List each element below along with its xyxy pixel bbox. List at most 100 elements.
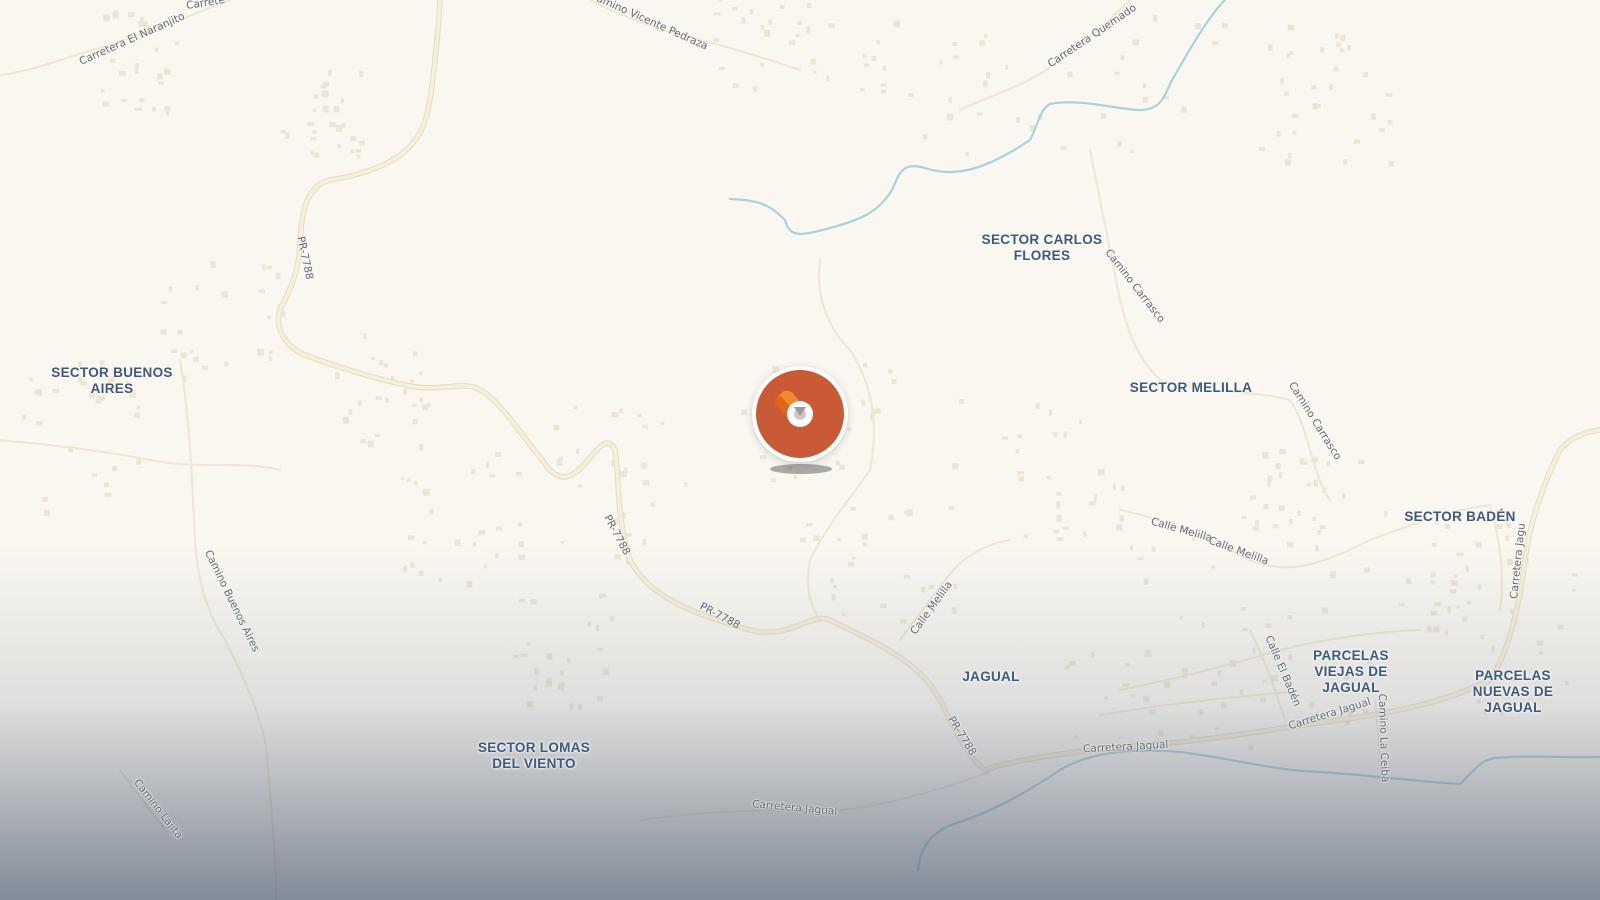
building-footprint — [489, 474, 496, 478]
building-footprint — [768, 19, 772, 26]
building-footprint — [1341, 493, 1346, 499]
building-footprint — [806, 523, 813, 527]
building-footprint — [1064, 665, 1070, 669]
building-footprint — [534, 668, 539, 675]
building-footprint — [1130, 149, 1134, 153]
building-footprint — [641, 462, 648, 469]
building-footprint — [224, 361, 229, 367]
building-footprint — [1130, 694, 1136, 698]
building-footprint — [1143, 578, 1149, 585]
building-footprint — [1267, 475, 1273, 482]
building-footprint — [178, 331, 182, 336]
building-footprint — [874, 408, 881, 414]
building-footprint — [363, 333, 367, 340]
building-footprint — [44, 509, 50, 516]
building-footprint — [1117, 140, 1122, 147]
building-footprint — [806, 3, 811, 9]
building-footprint — [1056, 514, 1062, 522]
building-footprint — [876, 40, 880, 45]
building-footprint — [312, 130, 317, 134]
building-footprint — [619, 408, 624, 414]
building-footprint — [833, 585, 837, 589]
building-footprint — [1385, 93, 1393, 97]
building-footprint — [518, 554, 526, 561]
building-footprint — [1148, 709, 1156, 715]
building-footprint — [850, 507, 857, 511]
building-footprint — [642, 539, 647, 546]
building-footprint — [136, 405, 141, 410]
building-footprint — [1249, 495, 1256, 500]
building-footprint — [35, 388, 43, 396]
place-label-parcelas-viejas[interactable]: PARCELAS VIEJAS DE JAGUAL — [1313, 648, 1389, 696]
building-footprint — [180, 352, 187, 359]
building-footprint — [1330, 571, 1336, 579]
place-label-sector-carlos-flores[interactable]: SECTOR CARLOS FLORES — [982, 232, 1103, 264]
building-footprint — [813, 70, 817, 74]
building-footprint — [154, 47, 159, 53]
building-footprint — [553, 424, 560, 431]
building-footprint — [741, 17, 746, 24]
building-footprint — [1496, 524, 1503, 530]
place-label-parcelas-nuevas[interactable]: PARCELAS NUEVAS DE JAGUAL — [1473, 668, 1553, 716]
building-footprint — [1002, 436, 1008, 440]
building-footprint — [903, 574, 911, 579]
building-footprint — [888, 514, 894, 521]
building-footprint — [1287, 153, 1292, 159]
building-footprint — [221, 291, 228, 298]
building-footprint — [1060, 146, 1067, 151]
place-label-sector-baden[interactable]: SECTOR BADÉN — [1404, 509, 1515, 525]
building-footprint — [560, 541, 565, 545]
building-footprint — [210, 261, 216, 268]
building-footprint — [1431, 542, 1437, 547]
building-footprint — [1450, 580, 1458, 586]
building-footprint — [880, 83, 887, 87]
building-footprint — [731, 7, 738, 11]
building-footprint — [275, 272, 281, 280]
building-footprint — [383, 363, 389, 368]
place-label-sector-buenos-aires[interactable]: SECTOR BUENOS AIRES — [51, 365, 172, 397]
building-footprint — [1179, 616, 1183, 620]
building-footprint — [1120, 55, 1125, 61]
building-footprint — [718, 66, 725, 71]
building-footprint — [418, 571, 424, 576]
building-footprint — [965, 152, 969, 157]
building-footprint — [359, 140, 365, 146]
building-footprint — [1363, 567, 1370, 573]
location-marker[interactable] — [752, 366, 848, 476]
building-footprint — [642, 424, 648, 429]
building-footprint — [907, 509, 913, 517]
building-footprint — [1462, 616, 1468, 622]
building-footprint — [829, 578, 834, 584]
building-footprint — [650, 502, 655, 507]
building-footprint — [1311, 85, 1317, 90]
building-footprint — [136, 458, 142, 465]
building-footprint — [466, 580, 473, 588]
building-footprint — [266, 265, 272, 270]
building-footprint — [1129, 545, 1134, 551]
building-footprint — [1278, 505, 1285, 512]
building-footprint — [567, 658, 571, 663]
building-footprint — [419, 398, 423, 402]
building-footprint — [408, 535, 415, 541]
building-footprint — [422, 540, 427, 545]
place-label-sector-melilla[interactable]: SECTOR MELILLA — [1130, 380, 1252, 396]
building-footprint — [1239, 689, 1244, 696]
building-footprint — [1046, 475, 1051, 480]
map-view[interactable]: SECTOR BUENOS AIRES SECTOR CARLOS FLORES… — [0, 0, 1600, 900]
building-footprint — [611, 412, 619, 418]
building-footprint — [1317, 529, 1321, 536]
building-footprint — [170, 349, 177, 353]
building-footprint — [1315, 545, 1319, 552]
building-footprint — [576, 448, 580, 454]
building-footprint — [1262, 452, 1269, 459]
place-label-sector-lomas[interactable]: SECTOR LOMAS DEL VIENTO — [478, 740, 590, 772]
place-label-jagual[interactable]: JAGUAL — [962, 669, 1019, 685]
building-footprint — [546, 653, 553, 660]
building-footprint — [1254, 519, 1259, 527]
building-footprint — [1122, 683, 1130, 687]
building-footprint — [1333, 67, 1339, 72]
building-footprint — [559, 670, 564, 676]
building-footprint — [1287, 615, 1293, 620]
building-footprint — [483, 564, 488, 569]
building-footprint — [1347, 45, 1351, 51]
